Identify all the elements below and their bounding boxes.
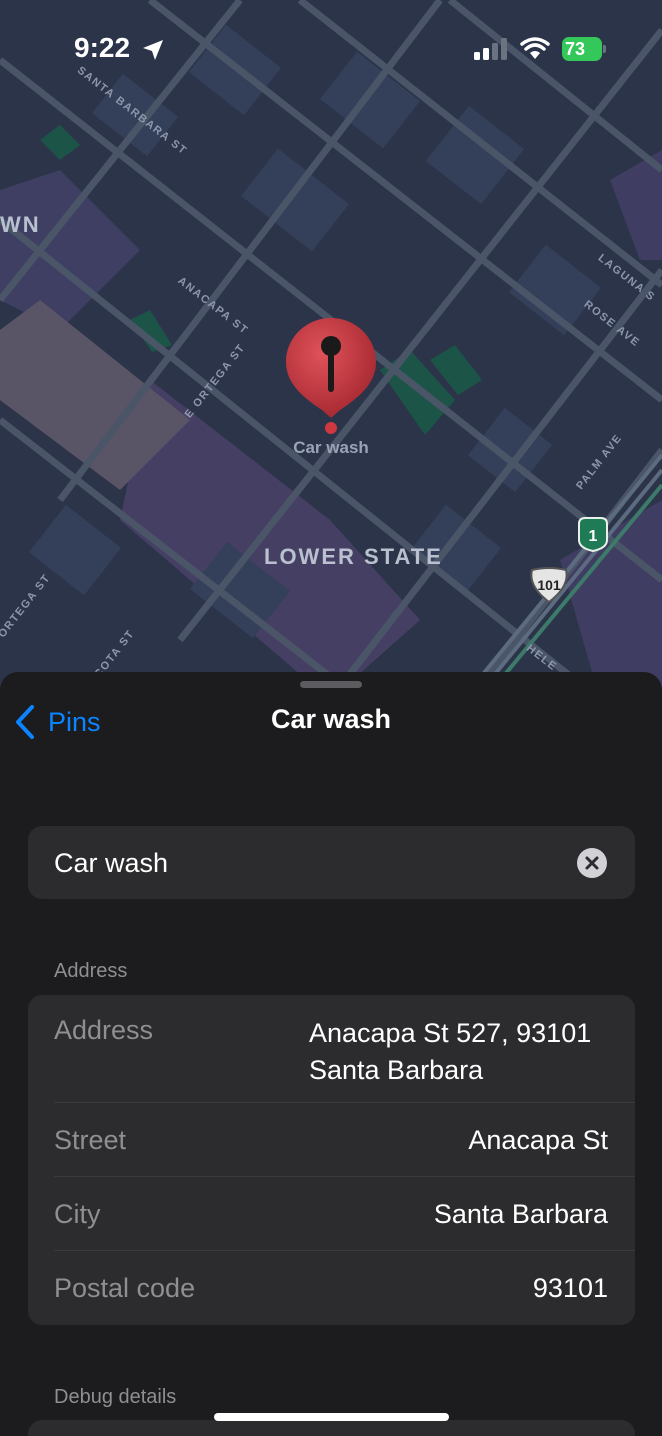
city-row-label: City bbox=[54, 1199, 101, 1229]
map-view[interactable]: WN LOWER STATE SANTA BARBARA ST ANACAPA … bbox=[0, 0, 662, 700]
battery-level: 73 bbox=[565, 39, 586, 59]
city-row-value: Santa Barbara bbox=[433, 1199, 608, 1229]
address-row[interactable]: Address Anacapa St 527, 93101 Santa Barb… bbox=[28, 995, 635, 1103]
debug-card bbox=[28, 1420, 635, 1436]
back-chevron-icon bbox=[16, 705, 34, 739]
district-label-downtown: WN bbox=[0, 212, 41, 237]
map-pin-icon[interactable] bbox=[284, 316, 378, 456]
postal-code-row-label: Postal code bbox=[54, 1273, 196, 1303]
route-1-shield-icon: 1 bbox=[578, 517, 608, 552]
back-button-label: Pins bbox=[48, 706, 101, 737]
pin-name-value[interactable]: Car wash bbox=[54, 848, 168, 879]
status-time: 9:22 bbox=[74, 32, 131, 63]
pin-name-field[interactable]: Car wash bbox=[28, 826, 635, 899]
address-row-label: Address bbox=[54, 1015, 154, 1045]
address-section-header: Address bbox=[54, 960, 128, 982]
address-line-1: Anacapa St 527, 93101 bbox=[309, 1018, 592, 1048]
signal-icon bbox=[474, 38, 507, 60]
map-pin-label: Car wash bbox=[293, 438, 369, 457]
status-bar: 9:22 73 bbox=[0, 0, 662, 100]
location-arrow-icon bbox=[143, 40, 163, 60]
wifi-icon bbox=[520, 37, 550, 59]
battery-charging-icon: 73 bbox=[562, 37, 606, 61]
route-101-shield-icon: 101 bbox=[530, 567, 568, 604]
district-label-lower-state: LOWER STATE bbox=[264, 544, 443, 569]
debug-section-header: Debug details bbox=[54, 1386, 177, 1408]
route-101-label: 101 bbox=[537, 577, 561, 593]
clear-x-icon bbox=[585, 856, 599, 870]
postal-code-row-value: 93101 bbox=[532, 1273, 608, 1303]
clear-text-button[interactable] bbox=[577, 848, 607, 878]
address-row-value: Anacapa St 527, 93101 Santa Barbara bbox=[309, 1015, 609, 1089]
back-button[interactable]: Pins bbox=[14, 702, 101, 742]
sheet-grabber[interactable] bbox=[300, 681, 362, 688]
address-line-2: Santa Barbara bbox=[309, 1055, 484, 1085]
city-row[interactable]: City Santa Barbara bbox=[28, 1177, 635, 1251]
address-card: Address Anacapa St 527, 93101 Santa Barb… bbox=[28, 995, 635, 1325]
home-indicator[interactable] bbox=[214, 1413, 449, 1421]
postal-code-row[interactable]: Postal code 93101 bbox=[28, 1251, 635, 1325]
route-1-label: 1 bbox=[589, 528, 598, 545]
street-row-label: Street bbox=[54, 1125, 127, 1155]
street-row-value: Anacapa St bbox=[468, 1125, 608, 1155]
street-row[interactable]: Street Anacapa St bbox=[28, 1103, 635, 1177]
pin-detail-sheet: Pins Car wash Car wash Address Address A… bbox=[0, 672, 662, 1436]
